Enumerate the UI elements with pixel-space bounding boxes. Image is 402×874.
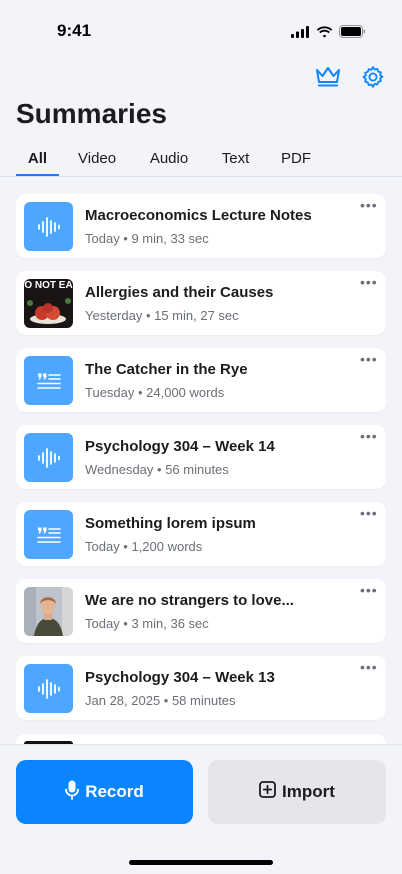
- status-time: 9:41: [57, 21, 92, 40]
- crown-icon[interactable]: [314, 64, 340, 90]
- summary-meta: Today • 1,200 words: [85, 539, 203, 554]
- record-button[interactable]: Record: [16, 760, 193, 824]
- more-options-icon[interactable]: •••: [360, 583, 377, 597]
- video-thumbnail: O NOT EA: [24, 279, 73, 328]
- thumbnail-caption: O NOT EA: [24, 280, 73, 291]
- import-label: Import: [282, 782, 335, 801]
- record-label: Record: [85, 782, 144, 801]
- home-indicator[interactable]: [129, 860, 273, 865]
- more-options-icon[interactable]: •••: [360, 660, 377, 674]
- page-title: Summaries: [16, 98, 167, 129]
- summary-title: Macroeconomics Lecture Notes: [85, 207, 312, 224]
- summary-meta: Today • 9 min, 33 sec: [85, 231, 209, 246]
- summary-title: Something lorem ipsum: [85, 515, 256, 532]
- summary-title: Psychology 304 – Week 13: [85, 669, 275, 686]
- summary-meta: Today • 3 min, 36 sec: [85, 616, 209, 631]
- tab-all[interactable]: All: [16, 147, 59, 176]
- microphone-icon: [65, 780, 80, 805]
- status-bar: 9:41: [0, 0, 402, 62]
- summary-meta: Yesterday • 15 min, 27 sec: [85, 308, 239, 323]
- summary-meta: Tuesday • 24,000 words: [85, 385, 225, 400]
- status-icons: [291, 25, 366, 43]
- battery-icon: [339, 25, 366, 43]
- tab-bar: All Video Audio Text PDF: [16, 147, 402, 177]
- more-options-icon[interactable]: •••: [360, 198, 377, 212]
- import-button[interactable]: Import: [208, 760, 386, 824]
- audio-waveform-icon: [24, 664, 73, 713]
- summary-title: Psychology 304 – Week 14: [85, 438, 275, 455]
- text-quote-icon: [24, 510, 73, 559]
- summary-meta: Jan 28, 2025 • 58 minutes: [85, 693, 236, 708]
- list-item[interactable]: Psychology 304 – Week 14 Wednesday • 56 …: [16, 425, 386, 489]
- summary-title: The Catcher in the Rye: [85, 361, 248, 378]
- tab-pdf[interactable]: PDF: [281, 147, 311, 176]
- summary-list: Macroeconomics Lecture Notes Today • 9 m…: [16, 194, 386, 733]
- list-item[interactable]: Macroeconomics Lecture Notes Today • 9 m…: [16, 194, 386, 258]
- wifi-icon: [316, 25, 333, 43]
- list-item[interactable]: Something lorem ipsum Today • 1,200 word…: [16, 502, 386, 566]
- tab-text[interactable]: Text: [221, 147, 250, 176]
- plus-square-icon: [259, 781, 276, 803]
- more-options-icon[interactable]: •••: [360, 506, 377, 520]
- summary-meta: Wednesday • 56 minutes: [85, 462, 229, 477]
- more-options-icon[interactable]: •••: [360, 352, 377, 366]
- audio-waveform-icon: [24, 433, 73, 482]
- list-item[interactable]: We are no strangers to love... Today • 3…: [16, 579, 386, 643]
- tab-audio[interactable]: Audio: [149, 147, 189, 176]
- more-options-icon[interactable]: •••: [360, 429, 377, 443]
- audio-waveform-icon: [24, 202, 73, 251]
- list-item[interactable]: The Catcher in the Rye Tuesday • 24,000 …: [16, 348, 386, 412]
- tab-divider: [0, 176, 402, 177]
- video-thumbnail-person: [24, 587, 73, 636]
- list-item[interactable]: O NOT EA Allergies and their Causes Yest…: [16, 271, 386, 335]
- list-item[interactable]: Psychology 304 – Week 13 Jan 28, 2025 • …: [16, 656, 386, 720]
- summary-title: Allergies and their Causes: [85, 284, 274, 301]
- signal-icon: [291, 25, 310, 43]
- summary-title: We are no strangers to love...: [85, 592, 294, 609]
- text-quote-icon: [24, 356, 73, 405]
- gear-icon[interactable]: [360, 64, 386, 90]
- more-options-icon[interactable]: •••: [360, 275, 377, 289]
- header-actions: [314, 64, 386, 90]
- tab-video[interactable]: Video: [78, 147, 116, 176]
